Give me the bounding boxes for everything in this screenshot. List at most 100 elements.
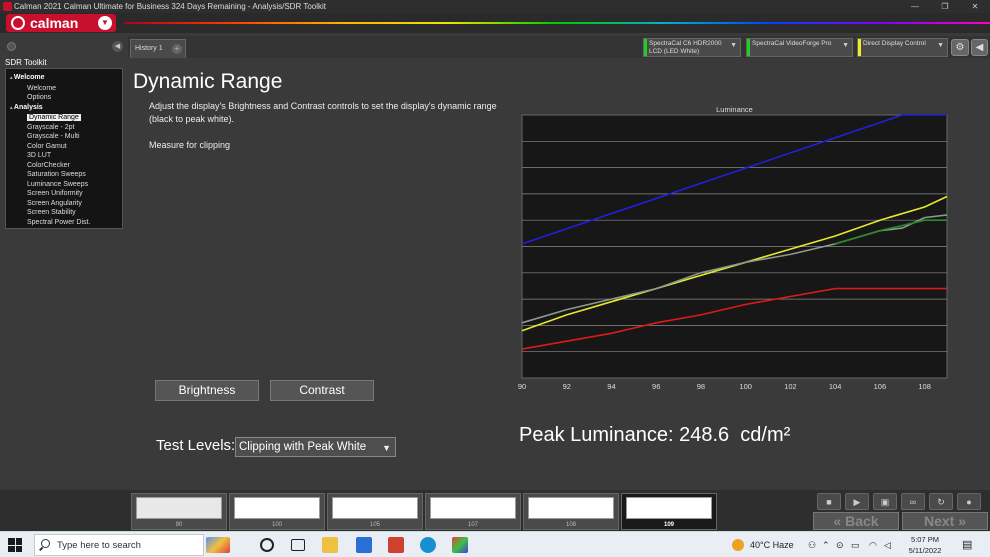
pattern-label: 108: [565, 522, 576, 528]
tree-item-label: Dynamic Range: [27, 114, 81, 121]
instructions-text: Adjust the display's Brightness and Cont…: [149, 101, 497, 124]
tree-item-label: Options: [27, 94, 52, 101]
tree-group[interactable]: Analysis: [6, 103, 122, 114]
tree-item[interactable]: Spectral Power Dist.: [6, 218, 122, 228]
back-button[interactable]: « Back: [813, 512, 899, 530]
pattern-thumbnail[interactable]: 90: [131, 493, 227, 530]
save-icon[interactable]: ▣: [873, 493, 897, 510]
window-title: Calman 2021 Calman Ultimate for Business…: [14, 2, 326, 11]
meter-mode: LCD (LED White): [649, 48, 700, 55]
close-button[interactable]: ✕: [960, 0, 990, 13]
status-dot-icon[interactable]: [7, 42, 16, 51]
tree-item[interactable]: Grayscale - Multi: [6, 132, 122, 142]
restore-button[interactable]: ❐: [930, 0, 960, 13]
tree-item-label: Welcome: [13, 74, 45, 81]
next-button[interactable]: Next »: [902, 512, 988, 530]
tree-item-label: Screen Uniformity: [27, 190, 83, 197]
cortana-icon[interactable]: [260, 538, 274, 552]
settings-gear-icon[interactable]: ⚙: [951, 39, 969, 56]
tree-item[interactable]: Screen Uniformity: [6, 189, 122, 199]
x-tick-label: 108: [918, 382, 931, 391]
tree-item[interactable]: Welcome: [6, 84, 122, 94]
rainbow-stripe: [124, 22, 990, 24]
calman-taskbar-icon[interactable]: [452, 537, 468, 553]
tree-item-label: Screen Angularity: [27, 199, 82, 207]
tree-item-label: Luminance Sweeps: [27, 180, 89, 188]
stop-icon[interactable]: ■: [817, 493, 841, 510]
notifications-icon[interactable]: ▤: [962, 532, 972, 557]
tree-item-label: Welcome: [27, 84, 57, 92]
wifi-icon[interactable]: ◠: [869, 532, 877, 557]
tree-item[interactable]: 3D LUT: [6, 151, 122, 161]
collapse-right-icon[interactable]: ◀: [971, 39, 988, 56]
add-tab-button[interactable]: +: [172, 44, 182, 54]
tray-expand-icon[interactable]: ⌃: [822, 532, 830, 557]
tree-item[interactable]: Dynamic Range: [6, 113, 122, 123]
location-icon[interactable]: ⊙: [836, 532, 844, 557]
contrast-button[interactable]: Contrast: [270, 380, 374, 401]
play-icon[interactable]: ▶: [845, 493, 869, 510]
tree-item[interactable]: Saturation Sweeps: [6, 170, 122, 180]
calman-app-icon: [3, 2, 12, 11]
tree-item[interactable]: Luminance Sweeps: [6, 180, 122, 190]
tree-item-label: Saturation Sweeps: [27, 171, 86, 178]
battery-icon[interactable]: ▭: [851, 532, 860, 557]
back-arrow-icon: «: [833, 513, 842, 529]
tree-item[interactable]: ColorChecker: [6, 161, 122, 171]
loop-icon[interactable]: ∞: [901, 493, 925, 510]
window-controls: — ❐ ✕: [900, 0, 990, 13]
pattern-swatch: [332, 497, 418, 519]
minimize-button[interactable]: —: [900, 0, 930, 13]
tree-item[interactable]: Screen Stability: [6, 208, 122, 218]
taskbar-clock[interactable]: 5:07 PM 5/11/2022: [905, 534, 945, 556]
office-icon[interactable]: [388, 537, 404, 553]
pattern-swatch: [430, 497, 516, 519]
pattern-thumbnail[interactable]: 105: [327, 493, 423, 530]
taskbar-search[interactable]: Type here to search: [34, 534, 204, 556]
meter-selector[interactable]: SpectraCal C6 HDR2000 LCD (LED White) ▼: [643, 38, 741, 57]
test-levels-select[interactable]: Clipping with Peak White ▼: [235, 437, 396, 457]
display-control-selector[interactable]: Direct Display Control ▼: [857, 38, 948, 57]
tree-item-label: 3D LUT: [27, 152, 52, 159]
calman-logo[interactable]: calman ▼: [6, 14, 116, 32]
edge-browser-icon[interactable]: [420, 537, 436, 553]
search-highlight-icon[interactable]: [206, 537, 230, 553]
brightness-button[interactable]: Brightness: [155, 380, 259, 401]
weather-text[interactable]: 40°C Haze: [750, 532, 794, 557]
collapse-sidebar-icon[interactable]: ◀: [112, 41, 123, 52]
people-icon[interactable]: ⚇: [808, 532, 816, 557]
generator-selector[interactable]: SpectraCal VideoForge Pro ▼: [746, 38, 853, 57]
weather-sun-icon[interactable]: [732, 539, 744, 551]
volume-icon[interactable]: ◁: [884, 532, 891, 557]
pattern-thumbnail[interactable]: 109: [621, 493, 717, 530]
tree-group[interactable]: Welcome: [6, 73, 122, 84]
tab-history-1[interactable]: History 1 +: [130, 39, 186, 58]
tree-item[interactable]: Screen Angularity: [6, 199, 122, 209]
windows-start-icon[interactable]: [8, 538, 22, 552]
task-view-icon[interactable]: [291, 539, 305, 551]
app-window: Calman 2021 Calman Ultimate for Business…: [0, 0, 990, 557]
pattern-thumbnail[interactable]: 100: [229, 493, 325, 530]
tree-item[interactable]: Options: [6, 93, 122, 103]
tree-item[interactable]: Color Gamut: [6, 142, 122, 152]
chevron-down-icon: ▼: [382, 443, 391, 453]
logo-bar: calman ▼: [0, 13, 990, 33]
pattern-thumbnail[interactable]: 107: [425, 493, 521, 530]
sidebar-title: SDR Toolkit: [5, 58, 47, 67]
x-tick-label: 98: [697, 382, 705, 391]
page-title: Dynamic Range: [133, 70, 283, 93]
pattern-swatch: [136, 497, 222, 519]
pattern-thumbnail[interactable]: 108: [523, 493, 619, 530]
luminance-chart: Luminance 90 92 94 96 98 100 102 104 106 108: [518, 105, 948, 391]
calman-logo-icon: [11, 16, 25, 30]
tree-item-label: ColorChecker: [27, 161, 70, 169]
x-tick-label: 102: [784, 382, 797, 391]
refresh-icon[interactable]: ↻: [929, 493, 953, 510]
title-bar: Calman 2021 Calman Ultimate for Business…: [0, 0, 990, 13]
file-explorer-icon[interactable]: [322, 537, 338, 553]
tree-item-label: Grayscale - 2pt: [27, 123, 75, 131]
tree-item[interactable]: Grayscale - 2pt: [6, 123, 122, 133]
record-icon[interactable]: ●: [957, 493, 981, 510]
mail-icon[interactable]: [356, 537, 372, 553]
x-tick-label: 96: [652, 382, 660, 391]
